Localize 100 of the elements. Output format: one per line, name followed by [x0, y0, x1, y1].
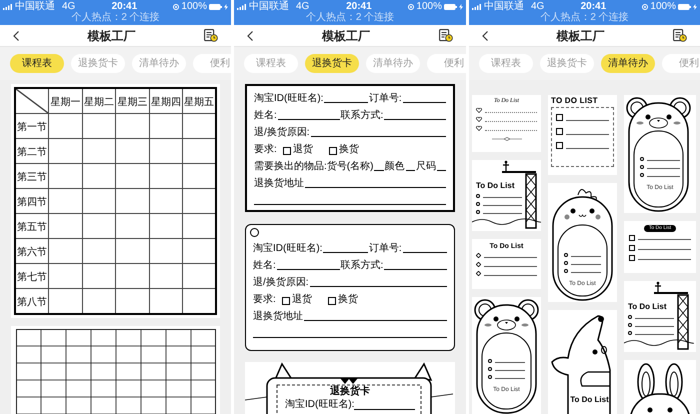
- row-header-cell: 第六节: [17, 247, 47, 258]
- checkbox-icon: [556, 114, 563, 121]
- fill-in-line: [402, 102, 446, 103]
- time-label: 20:41: [112, 2, 138, 12]
- document-clock-icon[interactable]: [204, 29, 218, 42]
- fill-in-line: [436, 170, 446, 171]
- template-card[interactable]: To Do List: [624, 281, 696, 352]
- bullet-icon: [488, 375, 492, 379]
- diagonal-line: [16, 89, 48, 113]
- template-card[interactable]: To Do List: [548, 310, 617, 414]
- battery-icon: [209, 4, 222, 10]
- fill-in-line: [354, 409, 415, 410]
- bullet-icon: [628, 323, 632, 327]
- option-label: 换货: [338, 145, 359, 155]
- row-header-cell: 第七节: [17, 272, 47, 283]
- document-clock-icon[interactable]: [439, 29, 453, 42]
- diving-tower-drawing: [472, 160, 541, 231]
- page-title: 模板工厂: [322, 28, 370, 44]
- category-tab[interactable]: 退换货卡: [305, 54, 359, 73]
- document-clock-icon[interactable]: [673, 29, 687, 42]
- category-tab[interactable]: 清单待办: [601, 54, 655, 73]
- fill-in-line: [638, 249, 691, 250]
- list-title: To Do List: [628, 303, 668, 311]
- row-header-cell: 第一节: [17, 122, 47, 133]
- signal-icon: [237, 4, 246, 10]
- fill-in-line: [635, 326, 674, 327]
- back-icon[interactable]: [482, 30, 488, 40]
- fill-in-line: [278, 119, 340, 120]
- table-header-cell: 星期三: [117, 97, 148, 108]
- fill-in-line: [384, 119, 446, 120]
- template-card[interactable]: 退换货卡 淘宝ID(旺旺名):: [245, 362, 455, 414]
- hole-icon: [250, 228, 259, 237]
- field-label: 联系方式:: [340, 111, 384, 121]
- field-label: 要求:: [254, 145, 277, 155]
- bullet-icon: [488, 359, 492, 363]
- battery-icon: [678, 4, 691, 10]
- charging-icon: [224, 4, 228, 10]
- fill-in-line: [647, 176, 680, 177]
- page-title: 模板工厂: [556, 28, 604, 44]
- battery-percent: 100%: [650, 2, 676, 12]
- field-label: 退/换货原因:: [253, 278, 309, 288]
- template-card[interactable]: 星期一 星期二 星期三 星期四 星期五 第一节 第二节 第三节 第四节 第五节 第六节 第七节 第八节: [11, 84, 220, 318]
- ornament-icon: [492, 137, 522, 141]
- hotspot-label: 个人热点：2 个连接: [540, 13, 629, 23]
- template-card[interactable]: [624, 360, 696, 414]
- fill-in-line: [571, 272, 601, 273]
- checkbox-icon: [556, 128, 563, 135]
- fill-in-line: [566, 148, 609, 149]
- fill-in-line: [571, 264, 601, 265]
- fill-in-line: [374, 170, 384, 171]
- field-label: 颜色: [384, 162, 405, 172]
- template-card[interactable]: To Do List: [472, 160, 541, 231]
- bullet-icon: [476, 194, 480, 198]
- template-card[interactable]: 淘宝ID(旺旺名): 订单号: 姓名: 联系方式: 退/换货原因: 要求: 退货 换货 需要换出的物品:货号(名称) 颜色 尺码 退换货地址: [245, 84, 455, 212]
- fill-in-line: [406, 170, 415, 171]
- template-card[interactable]: TO DO LIST: [548, 95, 617, 175]
- bullet-icon: [564, 269, 568, 273]
- option-label: 换货: [338, 295, 358, 305]
- row-header-cell: 第八节: [17, 297, 47, 308]
- field-label: 淘宝ID(旺旺名):: [285, 400, 354, 410]
- field-label: 姓名:: [253, 261, 276, 271]
- signal-icon: [3, 4, 12, 10]
- checkbox-icon: [629, 245, 635, 251]
- list-title: TO DO LIST: [551, 97, 599, 105]
- bullet-icon: [628, 331, 632, 335]
- field-label: 订单号:: [368, 244, 402, 254]
- category-tab[interactable]: 课程表: [10, 54, 64, 73]
- field-label: 要求:: [253, 295, 276, 305]
- bullet-icon: [628, 315, 632, 319]
- fill-in-line: [566, 120, 609, 121]
- field-label: 淘宝ID(旺旺名):: [254, 94, 324, 104]
- fill-in-line: [638, 239, 691, 240]
- template-card[interactable]: 淘宝ID(旺旺名): 订单号: 姓名: 联系方式: 退/换货原因: 要求: 退货 换货 退换货地址: [245, 224, 455, 351]
- bullet-icon: [564, 253, 568, 257]
- hotspot-label: 个人热点：2 个连接: [71, 13, 160, 23]
- bullet-icon: [488, 367, 492, 371]
- row-header-cell: 第二节: [17, 147, 47, 158]
- time-label: 20:41: [580, 2, 606, 12]
- fill-in-line: [384, 269, 447, 270]
- card-title: 退换货卡: [330, 387, 370, 397]
- carrier-label: 中国联通: [249, 2, 289, 12]
- fill-in-line: [483, 213, 522, 214]
- fill-in-line: [495, 362, 525, 363]
- field-label: 退换货地址: [254, 179, 304, 189]
- field-label: 淘宝ID(旺旺名):: [253, 244, 322, 254]
- bullet-icon: [640, 173, 644, 177]
- fill-in-line: [484, 274, 537, 276]
- time-label: 20:41: [346, 2, 372, 12]
- back-icon[interactable]: [13, 30, 19, 40]
- field-label: 退换货地址: [253, 312, 303, 322]
- target-icon: [408, 4, 414, 10]
- option-label: 退货: [292, 145, 313, 155]
- row-header-cell: 第三节: [17, 172, 47, 183]
- list-title: To Do List: [476, 182, 516, 190]
- fill-in-line: [638, 259, 691, 260]
- field-label: 联系方式:: [340, 261, 384, 271]
- fill-in-line: [647, 168, 680, 169]
- fill-in-line: [324, 102, 368, 103]
- row-header-cell: 第五节: [17, 222, 47, 233]
- back-icon[interactable]: [247, 30, 253, 40]
